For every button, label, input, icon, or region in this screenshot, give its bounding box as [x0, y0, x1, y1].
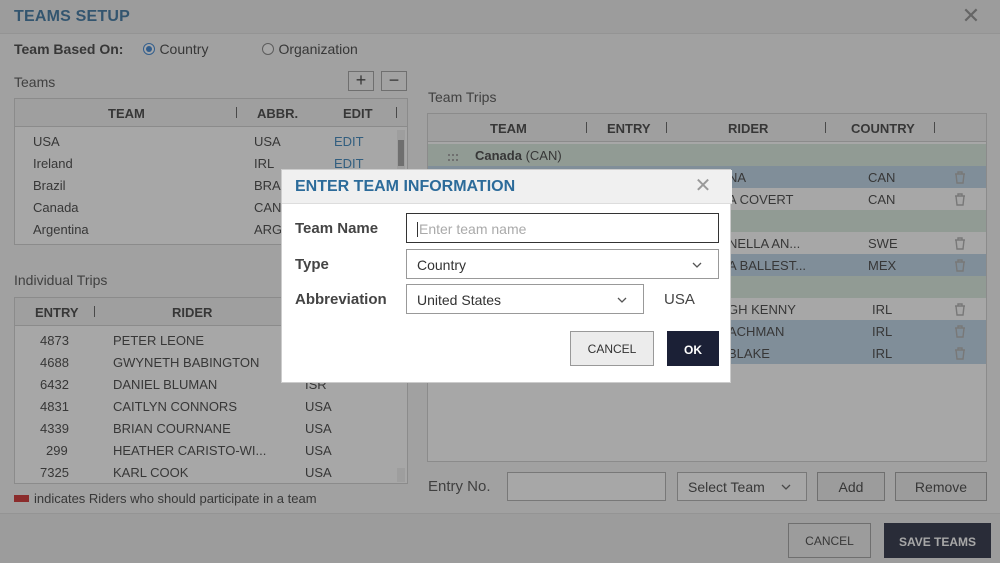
team-name-label: Team Name: [295, 220, 379, 237]
text-caret: [417, 222, 418, 237]
dialog-title: ENTER TEAM INFORMATION: [295, 178, 516, 195]
abbreviation-value: USA: [664, 291, 695, 308]
dialog-header: ENTER TEAM INFORMATION ✕: [282, 170, 732, 204]
dialog-cancel-button[interactable]: CANCEL: [570, 331, 654, 366]
abbreviation-label: Abbreviation: [295, 291, 387, 308]
chevron-down-icon: [617, 297, 627, 303]
team-name-input[interactable]: Enter team name: [406, 213, 719, 243]
type-select[interactable]: Country: [406, 249, 719, 279]
team-name-placeholder: Enter team name: [419, 221, 527, 237]
close-icon[interactable]: ✕: [693, 176, 713, 196]
abbreviation-select-value: United States: [417, 292, 502, 308]
type-label: Type: [295, 256, 329, 273]
ok-button[interactable]: OK: [667, 331, 719, 366]
type-value: Country: [417, 257, 467, 273]
abbreviation-select[interactable]: United States: [406, 284, 644, 314]
team-info-dialog: ENTER TEAM INFORMATION ✕ Team Name Enter…: [281, 169, 732, 383]
chevron-down-icon: [692, 262, 702, 268]
